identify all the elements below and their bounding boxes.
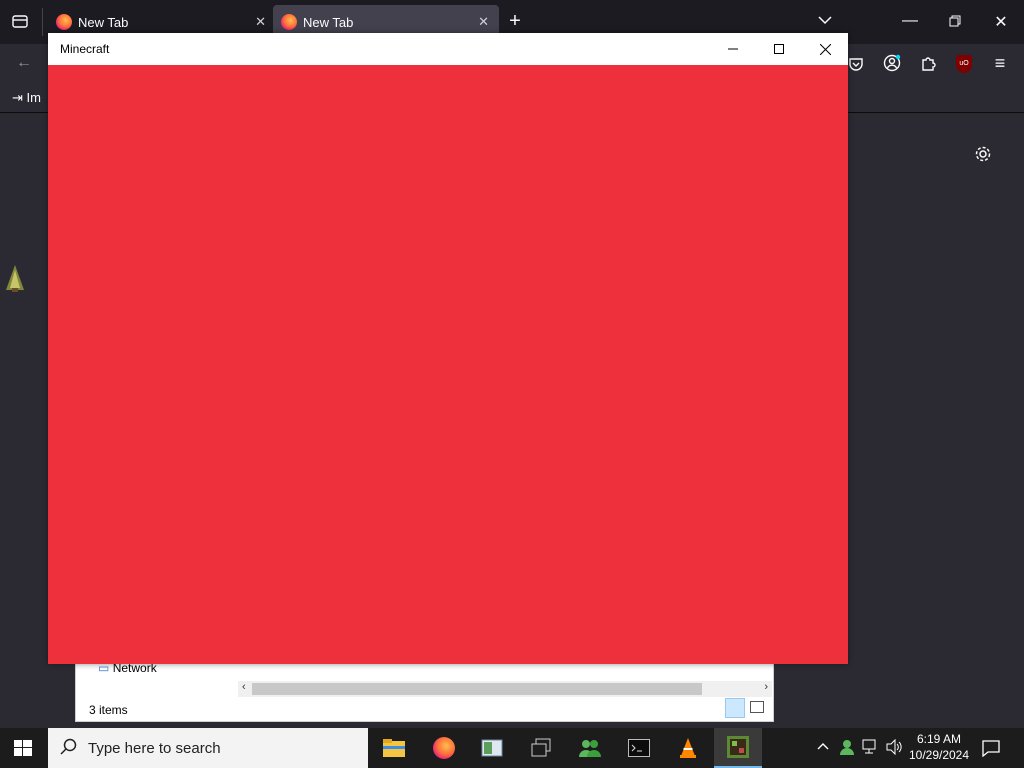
close-window-icon[interactable]: ✕: [992, 12, 1010, 32]
close-tab-icon[interactable]: ✕: [478, 14, 489, 30]
vlc-app-icon[interactable]: [664, 728, 712, 768]
file-explorer-app-icon[interactable]: [370, 728, 418, 768]
clock[interactable]: 6:19 AM 10/29/2024: [908, 732, 970, 762]
details-view-icon[interactable]: [725, 698, 745, 718]
horizontal-scrollbar[interactable]: ‹ ›: [238, 681, 772, 697]
gear-icon[interactable]: [974, 145, 992, 163]
show-hidden-icons-chevron-icon[interactable]: [816, 739, 830, 756]
terminal-app-icon[interactable]: [615, 728, 663, 768]
ublock-origin-icon[interactable]: uO: [956, 55, 972, 73]
window-title: Minecraft: [60, 42, 110, 56]
close-button[interactable]: [802, 33, 848, 65]
scroll-left-icon[interactable]: ‹: [242, 681, 246, 693]
minimize-icon[interactable]: —: [900, 12, 920, 30]
users-app-icon[interactable]: [566, 728, 614, 768]
status-bar-count: 3 items: [89, 703, 128, 717]
tab-label: New Tab: [303, 14, 354, 30]
pocket-icon[interactable]: [848, 56, 866, 74]
minecraft-game-canvas[interactable]: [48, 65, 848, 664]
minimize-button[interactable]: [710, 33, 756, 65]
minecraft-title-bar[interactable]: Minecraft: [48, 33, 848, 65]
search-placeholder: Type here to search: [88, 739, 221, 757]
task-view-app-icon[interactable]: [517, 728, 565, 768]
new-tab-plus-icon[interactable]: +: [505, 10, 525, 34]
network-tray-icon[interactable]: [862, 739, 880, 758]
action-center-icon[interactable]: [982, 739, 1000, 760]
back-arrow-icon[interactable]: ←: [14, 54, 34, 72]
notepad-app-icon[interactable]: [468, 728, 516, 768]
extensions-puzzle-icon[interactable]: [920, 55, 938, 73]
account-icon[interactable]: [883, 54, 903, 74]
hamburger-menu-icon[interactable]: ≡: [991, 53, 1009, 74]
firefox-favicon-icon: [56, 14, 72, 30]
volume-tray-icon[interactable]: [886, 738, 904, 758]
minecraft-window[interactable]: Minecraft: [48, 33, 848, 664]
import-icon: ⇥: [12, 90, 23, 105]
minecraft-app-icon[interactable]: [714, 728, 762, 768]
windows-taskbar: Type here to search 6:19 AM 10/29/2024: [0, 728, 1024, 768]
clock-time: 6:19 AM: [916, 732, 962, 746]
firefox-app-icon[interactable]: [420, 728, 468, 768]
large-icons-view-icon[interactable]: [750, 701, 764, 713]
desktop-pet-sprite-icon[interactable]: [4, 264, 26, 292]
import-bookmarks-button[interactable]: ⇥ Im: [12, 90, 41, 106]
tab-list-icon[interactable]: [10, 12, 30, 32]
restore-icon[interactable]: [946, 14, 964, 30]
tab-label: New Tab: [78, 14, 129, 30]
close-tab-icon[interactable]: ✕: [255, 14, 266, 30]
clock-date: 10/29/2024: [908, 748, 970, 762]
search-icon: [60, 738, 80, 758]
user-status-tray-icon[interactable]: [838, 738, 856, 759]
import-bookmarks-label: Im: [26, 90, 41, 105]
start-windows-icon[interactable]: [14, 740, 32, 756]
scroll-right-icon[interactable]: ›: [764, 681, 768, 693]
chevron-down-icon[interactable]: [815, 12, 835, 32]
firefox-favicon-icon: [281, 14, 297, 30]
maximize-button[interactable]: [756, 33, 802, 65]
file-explorer-window: ▭ Network ‹ › 3 items: [75, 660, 774, 722]
scrollbar-thumb[interactable]: [252, 683, 702, 695]
taskbar-search-box[interactable]: Type here to search: [48, 728, 368, 768]
